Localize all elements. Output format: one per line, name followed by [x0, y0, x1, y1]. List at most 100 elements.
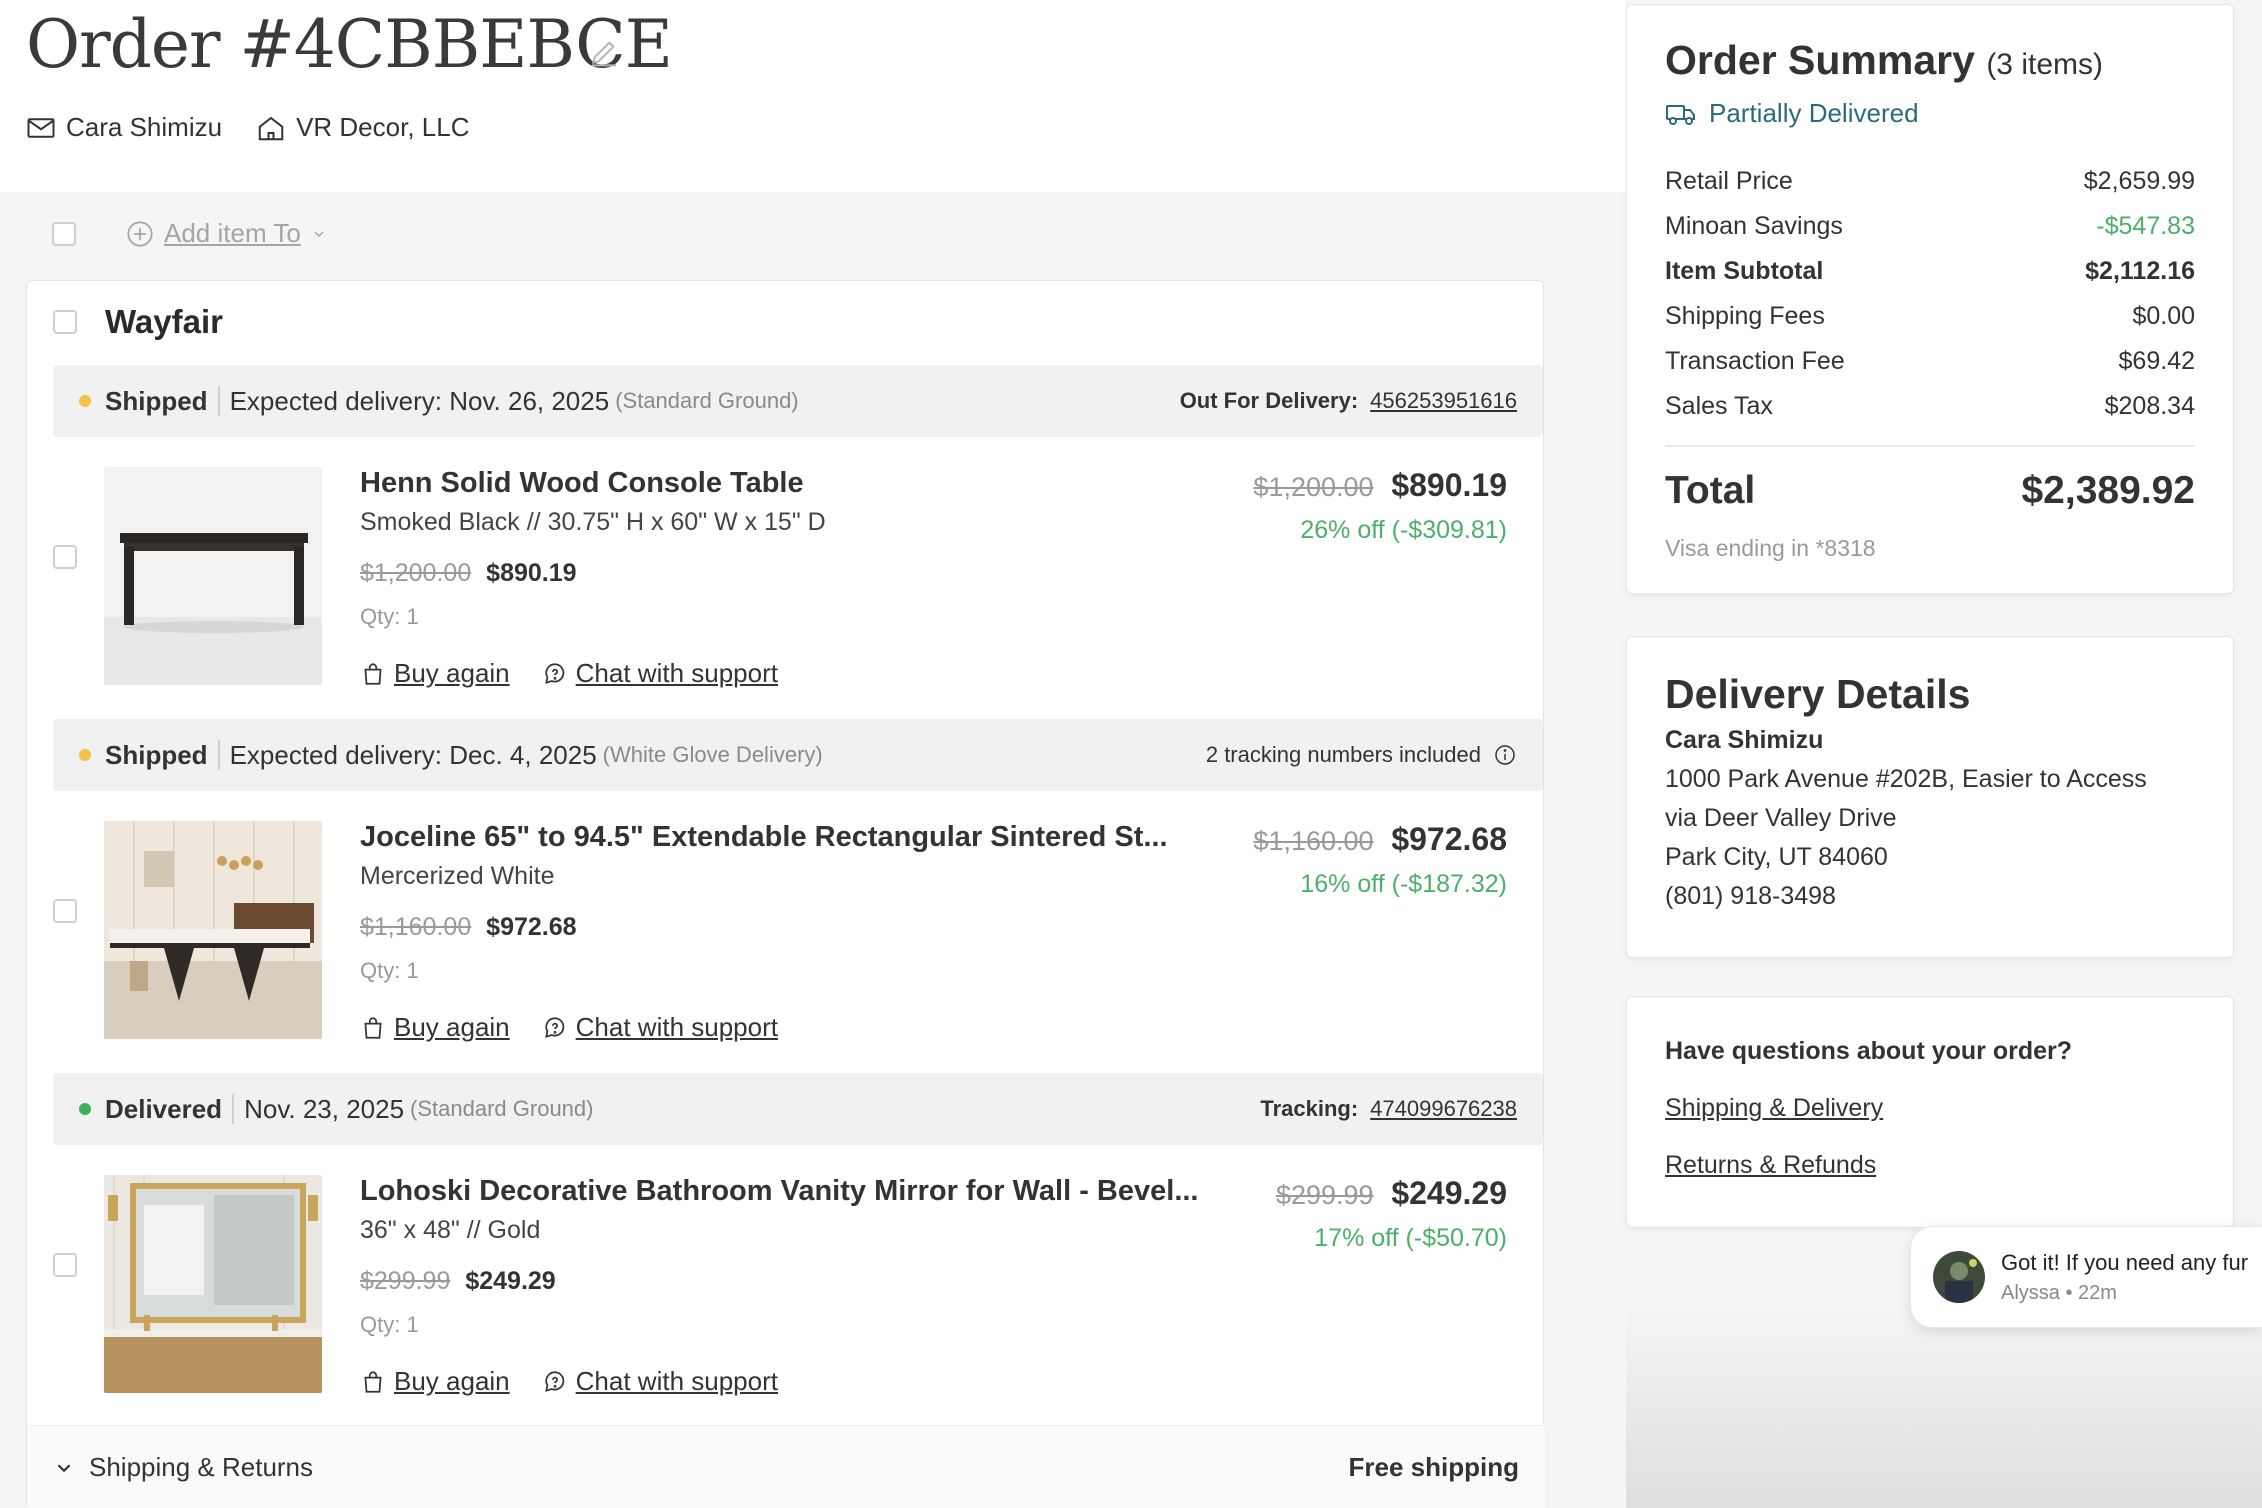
product-image-vanity-mirror[interactable]	[104, 1175, 322, 1393]
item-count: (3 items)	[1986, 48, 2103, 81]
select-all-checkbox[interactable]	[52, 221, 76, 246]
pencil-icon[interactable]	[588, 36, 620, 68]
tracking-number-link[interactable]: 456253951616	[1370, 388, 1517, 414]
item-variant: Mercerized White	[360, 862, 555, 890]
discount-text: 26% off (-$309.81)	[1300, 516, 1507, 544]
item-info: Joceline 65" to 94.5" Extendable Rectang…	[360, 821, 1200, 1043]
shopping-bag-icon	[364, 1370, 382, 1393]
current-price: $890.19	[486, 559, 577, 587]
background-shade	[1626, 1300, 2262, 1508]
line-value: $2,112.16	[2085, 257, 2195, 285]
discount-text: 17% off (-$50.70)	[1314, 1224, 1507, 1252]
shipment-status: Shipped	[105, 385, 208, 416]
buy-again-button[interactable]: Buy again	[360, 658, 510, 689]
order-header: Order #4CBBEBCE Cara Shimizu VR Decor, L…	[0, 0, 1626, 192]
item-checkbox[interactable]	[53, 1253, 77, 1277]
product-image-dining-table[interactable]	[104, 821, 322, 1039]
tracking-info: Out For Delivery: 456253951616	[1180, 388, 1517, 414]
shipping-returns-toggle[interactable]: Shipping & Returns	[53, 1452, 313, 1483]
home-icon	[258, 116, 284, 140]
chat-question-icon	[544, 1016, 564, 1038]
add-item-label: Add item To	[164, 218, 301, 248]
item-name[interactable]: Lohoski Decorative Bathroom Vanity Mirro…	[360, 1175, 1200, 1208]
order-item: Lohoski Decorative Bathroom Vanity Mirro…	[27, 1145, 1545, 1396]
buy-again-button[interactable]: Buy again	[360, 1366, 510, 1397]
summary-title: Order Summary (3 items)	[1665, 37, 2195, 84]
item-checkbox[interactable]	[53, 899, 77, 923]
chat-preview[interactable]: Got it! If you need any fur Alyssa • 22m	[1910, 1226, 2262, 1328]
tracking-label: Out For Delivery:	[1179, 388, 1359, 413]
shipping-method: (Standard Ground)	[615, 388, 799, 413]
current-total: $972.68	[1391, 821, 1507, 857]
item-variant: Smoked Black // 30.75" H x 60" W x 15" D	[360, 508, 826, 536]
item-info: Lohoski Decorative Bathroom Vanity Mirro…	[360, 1175, 1200, 1397]
address: 1000 Park Avenue #202B, Easier to Access…	[1665, 765, 2195, 911]
shipping-returns-row[interactable]: Shipping & Returns Free shipping	[27, 1425, 1545, 1508]
item-total-price: $299.99 $249.29 17% off (-$50.70)	[1276, 1175, 1507, 1253]
item-name[interactable]: Joceline 65" to 94.5" Extendable Rectang…	[360, 821, 1200, 854]
subtotal-row: Item Subtotal $2,112.16	[1665, 249, 2195, 294]
original-price: $1,200.00	[360, 559, 472, 587]
item-unit-price: $1,160.00 $972.68	[360, 913, 1200, 942]
chat-support-button[interactable]: Chat with support	[542, 1366, 778, 1397]
chat-text: Got it! If you need any fur Alyssa • 22m	[2001, 1250, 2248, 1305]
line-value: $2,659.99	[2083, 167, 2195, 195]
item-unit-price: $299.99 $249.29	[360, 1267, 1200, 1296]
shipment-status: Shipped	[105, 739, 208, 770]
shipment-status: Delivered	[105, 1093, 223, 1124]
total-label: Total	[1665, 469, 1756, 512]
buy-again-button[interactable]: Buy again	[360, 1012, 510, 1043]
order-item: Joceline 65" to 94.5" Extendable Rectang…	[27, 791, 1545, 1042]
discount-text: 16% off (-$187.32)	[1300, 870, 1507, 898]
status-dot	[79, 395, 91, 407]
tracking-info: Tracking: 474099676238	[1260, 1096, 1517, 1122]
customer-info: Cara Shimizu	[26, 112, 222, 143]
order-meta: Cara Shimizu VR Decor, LLC	[26, 112, 491, 143]
vendor-checkbox[interactable]	[53, 310, 77, 334]
divider	[1665, 445, 2195, 447]
company-info: VR Decor, LLC	[256, 112, 469, 143]
shipping-method: (Standard Ground)	[410, 1096, 594, 1121]
current-total: $249.29	[1391, 1175, 1507, 1211]
chat-support-label: Chat with support	[575, 1366, 778, 1396]
item-actions: Buy again Chat with support	[360, 1012, 1200, 1043]
line-value: $69.42	[2118, 347, 2195, 375]
divider	[232, 1094, 235, 1124]
item-name[interactable]: Henn Solid Wood Console Table	[360, 467, 1200, 500]
line-label: Transaction Fee	[1665, 347, 1845, 375]
tracking-number-link[interactable]: 474099676238	[1370, 1096, 1517, 1122]
order-item: Henn Solid Wood Console Table Smoked Bla…	[27, 437, 1545, 688]
total-row: Total $2,389.92	[1665, 469, 2195, 513]
shipping-fees-row: Shipping Fees $0.00	[1665, 294, 2195, 339]
divider	[217, 740, 220, 770]
info-icon[interactable]	[1493, 743, 1517, 767]
original-total: $299.99	[1275, 1180, 1374, 1210]
status-dot	[79, 749, 91, 761]
returns-refunds-link[interactable]: Returns & Refunds	[1665, 1151, 2195, 1180]
recipient-name: Cara Shimizu	[1665, 726, 1824, 754]
delivery-details-panel: Delivery Details Cara Shimizu 1000 Park …	[1626, 636, 2234, 958]
vendor-header: Wayfair	[53, 303, 223, 341]
transaction-fee-row: Transaction Fee $69.42	[1665, 339, 2195, 384]
address-line: Park City, UT 84060	[1665, 843, 1888, 871]
product-image-console-table[interactable]	[104, 467, 322, 685]
address-line: 1000 Park Avenue #202B, Easier to Access	[1665, 765, 2147, 793]
company-name: VR Decor, LLC	[296, 112, 470, 142]
chat-support-button[interactable]: Chat with support	[542, 1012, 778, 1043]
original-total: $1,200.00	[1253, 472, 1374, 502]
shipment-bar: Shipped Expected delivery: Nov. 26, 2025…	[53, 365, 1543, 437]
tracking-label: Tracking:	[1260, 1096, 1359, 1121]
line-label: Item Subtotal	[1665, 257, 1824, 285]
avatar	[1933, 1251, 1985, 1303]
chevron-down-icon	[314, 231, 324, 237]
chat-support-label: Chat with support	[575, 658, 778, 688]
item-checkbox[interactable]	[53, 545, 77, 569]
status-dot	[79, 1103, 91, 1115]
item-variant: 36" x 48" // Gold	[360, 1216, 541, 1244]
customer-name: Cara Shimizu	[66, 112, 223, 142]
shipping-delivery-link[interactable]: Shipping & Delivery	[1665, 1094, 2195, 1123]
chat-support-button[interactable]: Chat with support	[542, 658, 778, 689]
add-item-link[interactable]: Add item To	[126, 218, 327, 249]
shopping-bag-icon	[364, 1016, 382, 1039]
chat-meta: Alyssa • 22m	[2001, 1281, 2117, 1304]
